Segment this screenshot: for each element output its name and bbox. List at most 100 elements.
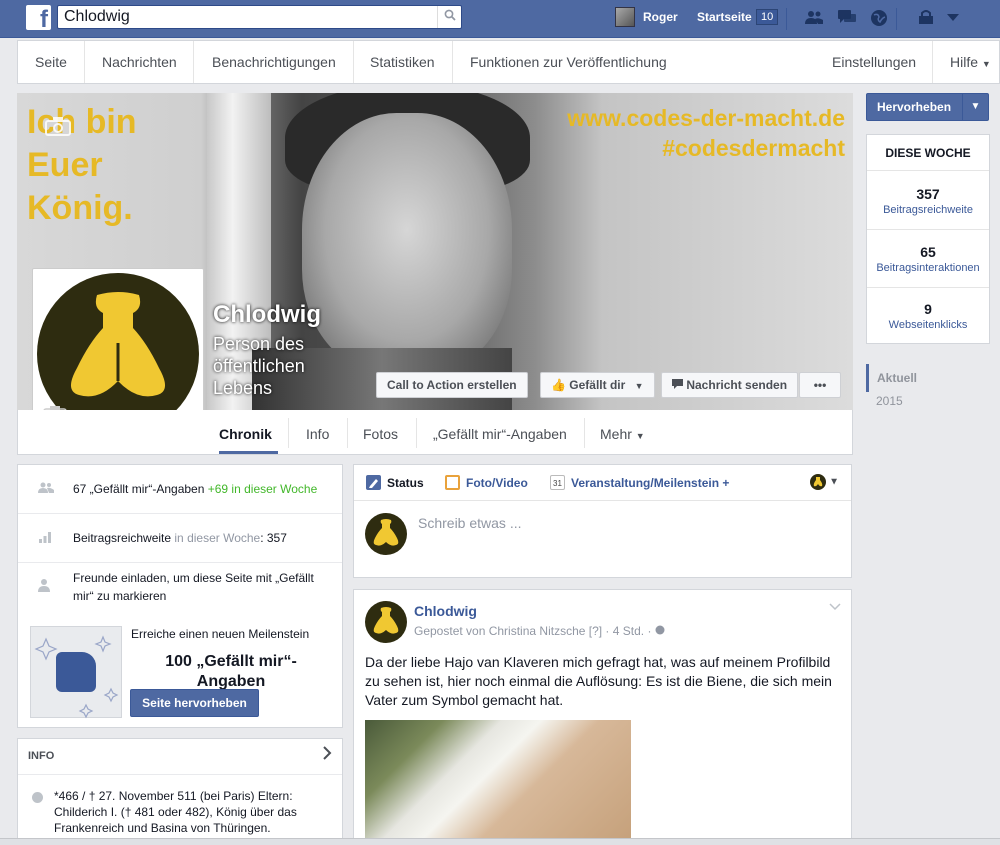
send-message-button[interactable]: Nachricht senden bbox=[661, 372, 799, 398]
tab-more[interactable]: Mehr ▼ bbox=[600, 426, 645, 442]
call-to-action-button[interactable]: Call to Action erstellen bbox=[376, 372, 528, 398]
photo-icon bbox=[445, 475, 460, 490]
info-box: INFO *466 / † 27. November 511 (bei Pari… bbox=[17, 738, 343, 845]
stat-value: 357 bbox=[916, 186, 940, 202]
like-label: Gefällt dir bbox=[569, 378, 626, 392]
event-milestone-tab[interactable]: Veranstaltung/Meilenstein + bbox=[571, 476, 729, 490]
privacy-icon[interactable] bbox=[916, 9, 936, 27]
stat-interactions[interactable]: 65 Beitragsinteraktionen bbox=[867, 244, 989, 274]
chevron-down-icon[interactable] bbox=[829, 600, 841, 614]
avatar[interactable] bbox=[615, 7, 635, 27]
promote-label: Hervorheben bbox=[877, 100, 952, 114]
post-meta-text: Gepostet von Christina Nitzsche [?] · 4 … bbox=[414, 624, 652, 638]
divider bbox=[354, 500, 851, 501]
chevron-down-icon[interactable]: ▼ bbox=[962, 94, 988, 120]
reach-label: Beitragsreichweite bbox=[73, 531, 172, 545]
likes-row[interactable]: 67 „Gefällt mir“-Angaben +69 in dieser W… bbox=[18, 465, 342, 514]
year-2015[interactable]: 2015 bbox=[866, 394, 903, 408]
nav-statistics[interactable]: Statistiken bbox=[370, 54, 435, 70]
post-as-selector[interactable]: ▼ bbox=[810, 474, 839, 490]
divider bbox=[932, 41, 933, 83]
nav-messages[interactable]: Nachrichten bbox=[102, 54, 177, 70]
invite-row[interactable]: Freunde einladen, um diese Seite mit „Ge… bbox=[18, 563, 342, 613]
stat-website-clicks[interactable]: 9 Webseitenklicks bbox=[867, 301, 989, 331]
divider bbox=[347, 418, 348, 448]
photo-video-tab[interactable]: Foto/Video bbox=[466, 476, 528, 490]
divider bbox=[584, 418, 585, 448]
nav-publishing-tools[interactable]: Funktionen zur Veröffentlichung bbox=[470, 54, 667, 70]
top-bar: f Roger Startseite 10 bbox=[0, 0, 1000, 38]
invite-friends-link[interactable]: Freunde einladen, um diese Seite mit „Ge… bbox=[73, 569, 328, 605]
facebook-logo-icon[interactable]: f bbox=[26, 5, 51, 30]
stat-reach[interactable]: 357 Beitragsreichweite bbox=[867, 186, 989, 216]
pencil-icon bbox=[366, 475, 381, 490]
info-description: *466 / † 27. November 511 (bei Paris) El… bbox=[54, 789, 297, 835]
milestone-illustration bbox=[30, 626, 122, 719]
stat-label[interactable]: Beitragsreichweite bbox=[867, 204, 989, 216]
home-link[interactable]: Startseite bbox=[697, 10, 752, 24]
search-icon[interactable] bbox=[437, 6, 461, 28]
composer-input[interactable]: Schreib etwas ... bbox=[418, 515, 522, 531]
cover-website-text: www.codes-der-macht.de #codesdermacht bbox=[567, 103, 845, 163]
nav-help[interactable]: Hilfe ▼ bbox=[950, 54, 991, 70]
bottom-chat-bar bbox=[0, 838, 1000, 845]
tab-info[interactable]: Info bbox=[306, 426, 329, 442]
thumbs-up-icon: 👍 bbox=[551, 378, 566, 392]
year-current[interactable]: Aktuell bbox=[866, 364, 956, 392]
post-text: Da der liebe Hajo van Klaveren mich gefr… bbox=[365, 654, 832, 708]
nav-page[interactable]: Seite bbox=[35, 54, 67, 70]
divider bbox=[786, 8, 787, 30]
tab-timeline[interactable]: Chronik bbox=[219, 426, 272, 442]
promote-button[interactable]: Hervorheben ▼ bbox=[866, 93, 989, 121]
stat-value: 9 bbox=[924, 301, 932, 317]
chevron-down-icon: ▼ bbox=[829, 476, 839, 488]
menu-caret-icon[interactable] bbox=[943, 9, 963, 27]
reach-row[interactable]: Beitragsreichweite in dieser Woche: 357 bbox=[18, 514, 342, 563]
chevron-down-icon: ▼ bbox=[635, 431, 645, 441]
stat-label[interactable]: Webseitenklicks bbox=[867, 319, 989, 331]
promote-page-button[interactable]: Seite hervorheben bbox=[130, 689, 259, 717]
cover-hashtag: #codesdermacht bbox=[662, 135, 845, 161]
divider bbox=[896, 8, 897, 30]
people-icon bbox=[38, 481, 54, 496]
page-sidebar-box: 67 „Gefällt mir“-Angaben +69 in dieser W… bbox=[17, 464, 343, 728]
page-title[interactable]: Chlodwig bbox=[213, 301, 321, 329]
post-image[interactable] bbox=[365, 720, 631, 844]
cover-face bbox=[302, 113, 512, 373]
cover-slogan-line: Euer bbox=[27, 146, 103, 184]
stat-value: 65 bbox=[920, 244, 936, 260]
page-category: Person des öffentlichen Lebens bbox=[213, 334, 305, 398]
camera-icon[interactable] bbox=[45, 116, 71, 136]
stat-label[interactable]: Beitragsinteraktionen bbox=[867, 262, 989, 274]
cover-slogan-line: König. bbox=[27, 189, 133, 227]
feed-post: Chlodwig Gepostet von Christina Nitzsche… bbox=[353, 589, 852, 845]
post-author-link[interactable]: Chlodwig bbox=[414, 603, 477, 619]
avatar bbox=[365, 513, 407, 555]
like-button[interactable]: 👍 Gefällt dir ▼ bbox=[540, 372, 655, 398]
info-title[interactable]: INFO bbox=[28, 750, 54, 762]
messages-icon[interactable] bbox=[837, 9, 857, 27]
cover-slogan-line: Ich bin bbox=[27, 103, 137, 141]
more-options-button[interactable]: ••• bbox=[799, 372, 841, 398]
milestone-target: 100 „Gefällt mir“-Angaben bbox=[165, 653, 297, 690]
nav-settings[interactable]: Einstellungen bbox=[832, 54, 916, 70]
home-count-badge: 10 bbox=[756, 9, 779, 25]
tab-likes[interactable]: „Gefällt mir“-Angaben bbox=[433, 426, 567, 442]
user-name-link[interactable]: Roger bbox=[643, 10, 678, 24]
divider bbox=[193, 41, 194, 83]
chevron-right-icon[interactable] bbox=[322, 746, 332, 765]
status-tab[interactable]: Status bbox=[387, 476, 424, 490]
tab-more-label: Mehr bbox=[600, 426, 632, 442]
tab-photos[interactable]: Fotos bbox=[363, 426, 398, 442]
reach-period: in dieser Woche bbox=[174, 531, 261, 545]
nav-notifications[interactable]: Benachrichtigungen bbox=[212, 54, 336, 70]
post-composer: Status Foto/Video 31 Veranstaltung/Meile… bbox=[353, 464, 852, 578]
search-box bbox=[57, 5, 462, 29]
globe-icon[interactable] bbox=[869, 9, 889, 27]
admin-panel-nav: Seite Nachrichten Benachrichtigungen Sta… bbox=[17, 40, 1000, 84]
search-input[interactable] bbox=[58, 6, 428, 28]
friends-icon[interactable] bbox=[804, 9, 824, 27]
message-icon bbox=[672, 378, 686, 392]
this-week-title: DIESE WOCHE bbox=[867, 135, 989, 171]
avatar[interactable] bbox=[365, 601, 407, 643]
